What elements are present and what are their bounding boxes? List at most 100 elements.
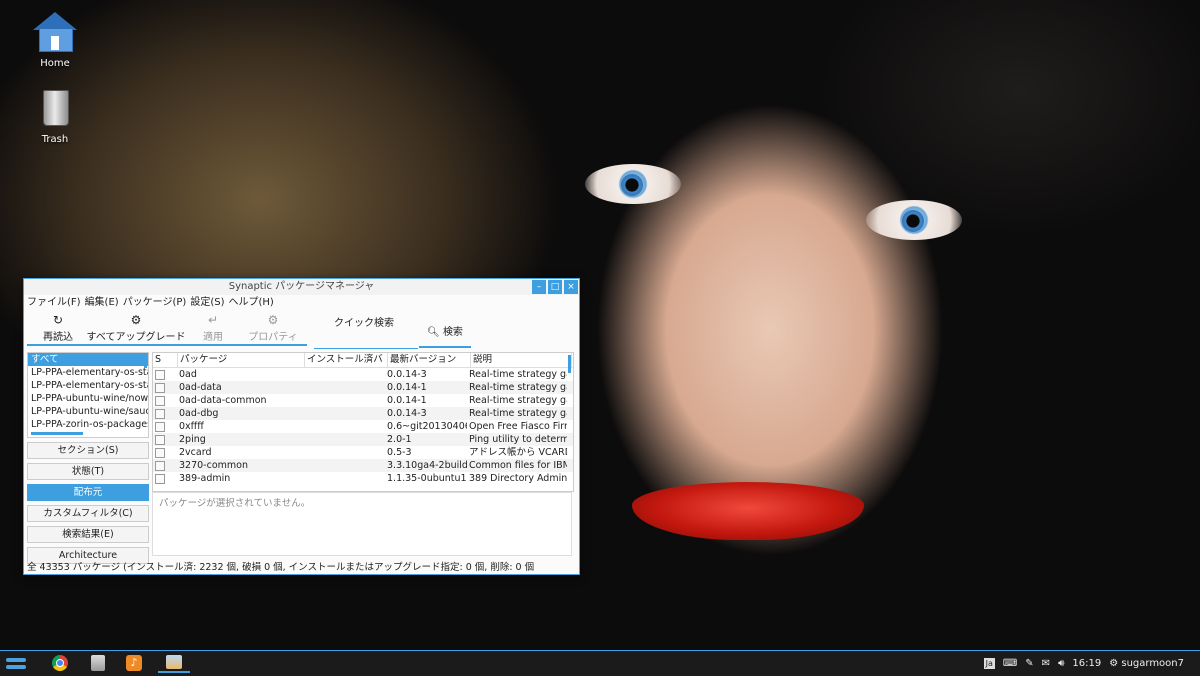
checkbox[interactable] — [155, 370, 165, 380]
row-checkbox[interactable] — [153, 446, 177, 459]
cell-latest: 0.6~git20130406- — [387, 421, 467, 432]
checkbox[interactable] — [155, 396, 165, 406]
cell-description: Ping utility to determin — [469, 434, 567, 445]
row-checkbox[interactable] — [153, 420, 177, 433]
checkbox[interactable] — [155, 409, 165, 419]
menu-settings[interactable]: 設定(S) — [190, 295, 228, 310]
cell-latest: 1.1.35-0ubuntu1 — [387, 473, 467, 484]
chrome-icon[interactable] — [44, 653, 76, 673]
filter-status-button[interactable]: 状態(T) — [27, 463, 149, 480]
menu-file[interactable]: ファイル(F) — [27, 295, 85, 310]
username: sugarmoon7 — [1121, 658, 1184, 669]
cell-installed — [303, 407, 385, 420]
vertical-scrollbar[interactable] — [144, 354, 147, 368]
refresh-icon: ↻ — [52, 313, 64, 327]
vertical-scrollbar[interactable] — [568, 355, 571, 373]
quick-search-label: クイック検索 — [334, 318, 394, 329]
cell-installed — [303, 394, 385, 407]
menu-package[interactable]: パッケージ(P) — [123, 295, 191, 310]
toolbar-divider — [27, 344, 307, 346]
menubar: ファイル(F) 編集(E) パッケージ(P) 設定(S) ヘルプ(H) — [24, 295, 579, 310]
table-header: S パッケージ インストール済バ 最新バージョン 説明 — [153, 353, 573, 368]
cell-package: 0ad-dbg — [179, 408, 219, 419]
filter-item[interactable]: LP-PPA-ubuntu-wine/sauc — [28, 405, 148, 418]
cell-package: 2vcard — [179, 447, 212, 458]
input-language[interactable]: Ja — [983, 658, 995, 669]
column-header-description[interactable]: 説明 — [471, 353, 572, 367]
filter-item[interactable]: LP-PPA-elementary-os-sta — [28, 366, 148, 379]
filter-search-results-button[interactable]: 検索結果(E) — [27, 526, 149, 543]
table-row[interactable]: 0ad-data-common 0.0.14-1 Real-time strateg… — [153, 394, 573, 407]
checkbox[interactable] — [155, 461, 165, 471]
checkbox[interactable] — [155, 474, 165, 484]
zorin-menu-icon[interactable] — [2, 653, 30, 673]
checkbox[interactable] — [155, 448, 165, 458]
cell-latest: 0.0.14-3 — [387, 369, 427, 380]
row-checkbox[interactable] — [153, 394, 177, 407]
horizontal-scrollbar[interactable] — [31, 432, 83, 435]
checkbox[interactable] — [155, 383, 165, 393]
reload-button[interactable]: ↻ 再読込 — [36, 312, 80, 343]
cell-description: Real-time strategy gam — [469, 395, 567, 406]
checkbox[interactable] — [155, 422, 165, 432]
filter-item[interactable]: LP-PPA-ubuntu-wine/now — [28, 392, 148, 405]
mail-icon[interactable]: ✉ — [1042, 658, 1050, 669]
filter-item[interactable]: すべて — [28, 353, 148, 366]
desktop-icon-home[interactable]: Home — [20, 10, 90, 69]
table-row[interactable]: 389-admin 1.1.35-0ubuntu1 389 Directory Ad… — [153, 472, 573, 485]
maximize-button[interactable]: □ — [548, 280, 562, 294]
column-header-latest[interactable]: 最新バージョン — [388, 353, 471, 367]
table-row[interactable]: 0ad-dbg 0.0.14-3 Real-time strategy gam — [153, 407, 573, 420]
apply-button[interactable]: ↵ 適用 — [194, 312, 232, 343]
table-row[interactable]: 0ad-data 0.0.14-1 Real-time strategy gam — [153, 381, 573, 394]
filter-origin-button[interactable]: 配布元 — [27, 484, 149, 501]
trash-icon — [31, 86, 79, 132]
properties-button[interactable]: ⚙ プロパティ — [246, 312, 300, 343]
desktop-icon-trash[interactable]: Trash — [20, 86, 90, 145]
column-header-installed[interactable]: インストール済バ — [305, 353, 388, 367]
table-row[interactable]: 2vcard 0.5-3 アドレス帳から VCARD — [153, 446, 573, 459]
column-header-status[interactable]: S — [153, 353, 178, 367]
cell-description: Open Free Fiasco Firm — [469, 421, 567, 432]
table-body: 0ad0.0.14-3Real-time strategy gam0ad-dat… — [153, 368, 573, 485]
table-row[interactable]: 3270-common 3.3.10ga4-2build2 Common files… — [153, 459, 573, 472]
volume-icon[interactable]: 🔊︎ — [1058, 658, 1064, 669]
cell-package: 0ad-data — [179, 382, 222, 393]
window-title: Synaptic パッケージマネージャ — [228, 281, 375, 292]
clock[interactable]: 16:19 — [1072, 658, 1101, 669]
cell-description: Real-time strategy gam — [469, 382, 567, 393]
row-checkbox[interactable] — [153, 368, 177, 381]
edit-icon[interactable]: ✎ — [1025, 658, 1033, 669]
status-bar: 全 43353 パッケージ (インストール済: 2232 個, 破損 0 個, … — [27, 562, 535, 573]
filter-item[interactable]: LP-PPA-elementary-os-sta — [28, 379, 148, 392]
files-icon[interactable] — [82, 653, 114, 673]
filter-section-button[interactable]: セクション(S) — [27, 442, 149, 459]
checkbox[interactable] — [155, 435, 165, 445]
synaptic-icon[interactable] — [158, 653, 190, 673]
minimize-button[interactable]: – — [532, 280, 546, 294]
window-titlebar[interactable]: Synaptic パッケージマネージャ – □ × — [24, 279, 579, 295]
row-checkbox[interactable] — [153, 472, 177, 485]
row-checkbox[interactable] — [153, 459, 177, 472]
table-row[interactable]: 0ad 0.0.14-3 Real-time strategy gam — [153, 368, 573, 381]
upgrade-all-button[interactable]: ⚙ すべてアップグレード — [86, 312, 186, 343]
close-button[interactable]: × — [564, 280, 578, 294]
filter-custom-button[interactable]: カスタムフィルタ(C) — [27, 505, 149, 522]
cell-latest: 3.3.10ga4-2build2 — [387, 460, 467, 471]
keyboard-icon[interactable]: ⌨ — [1003, 658, 1017, 669]
toolbar: ↻ 再読込 ⚙ すべてアップグレード ↵ 適用 ⚙ プロパティ クイック検索 🔍… — [24, 310, 579, 349]
row-checkbox[interactable] — [153, 433, 177, 446]
search-button[interactable]: 🔍︎ 検索 — [419, 322, 471, 348]
menu-edit[interactable]: 編集(E) — [85, 295, 123, 310]
quick-search-input[interactable] — [314, 328, 418, 349]
row-checkbox[interactable] — [153, 381, 177, 394]
music-icon[interactable]: ♪ — [118, 653, 150, 673]
column-header-package[interactable]: パッケージ — [178, 353, 305, 367]
menu-help[interactable]: ヘルプ(H) — [228, 295, 277, 310]
filter-item[interactable]: LP-PPA-zorin-os-packages — [28, 418, 148, 431]
table-row[interactable]: 0xffff 0.6~git20130406- Open Free Fiasco F… — [153, 420, 573, 433]
table-row[interactable]: 2ping 2.0-1 Ping utility to determin — [153, 433, 573, 446]
user-menu[interactable]: ⚙ sugarmoon7 — [1109, 658, 1192, 669]
system-tray: Ja ⌨ ✎ ✉ 🔊︎ 16:19 ⚙ sugarmoon7 — [983, 651, 1200, 676]
row-checkbox[interactable] — [153, 407, 177, 420]
